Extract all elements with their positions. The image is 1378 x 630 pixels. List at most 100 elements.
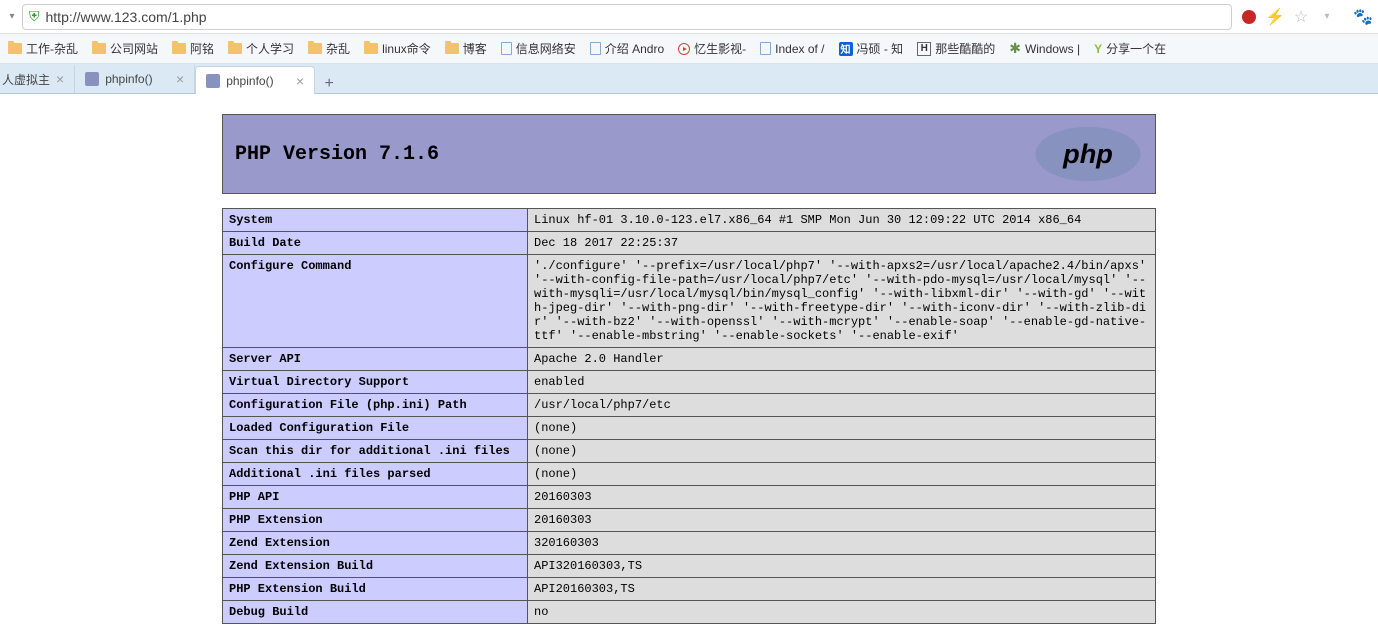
bookmark-item[interactable]: Index of /: [760, 42, 824, 56]
bookmark-item[interactable]: 知冯硕 - 知: [839, 40, 904, 57]
page-icon: [501, 42, 512, 55]
table-row: Loaded Configuration File(none): [223, 417, 1156, 440]
chevron-down-icon[interactable]: ▾: [1318, 8, 1336, 26]
table-row: PHP API20160303: [223, 486, 1156, 509]
info-key: Zend Extension: [223, 532, 528, 555]
folder-icon: [228, 43, 242, 54]
bolt-icon[interactable]: ⚡: [1266, 8, 1284, 26]
php-favicon-icon: [85, 72, 99, 86]
table-row: Configure Command'./configure' '--prefix…: [223, 255, 1156, 348]
info-key: Debug Build: [223, 601, 528, 624]
bookmark-item[interactable]: 个人学习: [228, 40, 294, 57]
php-logo-icon: php: [1033, 125, 1143, 183]
bookmark-item[interactable]: Y 分享一个在: [1094, 40, 1166, 57]
bookmark-item[interactable]: H 那些酷酷的: [917, 40, 995, 57]
bookmark-label: 忆生影视-: [694, 40, 746, 57]
bookmark-item[interactable]: ✱Windows |: [1009, 40, 1080, 57]
page-icon: [590, 42, 601, 55]
info-key: Zend Extension Build: [223, 555, 528, 578]
phpinfo-header: PHP Version 7.1.6 php: [222, 114, 1156, 194]
y-icon: Y: [1094, 42, 1102, 56]
bookmark-item[interactable]: 阿铭: [172, 40, 214, 57]
bookmark-label: 那些酷酷的: [935, 40, 995, 57]
info-key: PHP Extension: [223, 509, 528, 532]
info-value: (none): [528, 463, 1156, 486]
star-icon[interactable]: ☆: [1292, 8, 1310, 26]
table-row: Configuration File (php.ini) Path/usr/lo…: [223, 394, 1156, 417]
page-content: PHP Version 7.1.6 php SystemLinux hf-01 …: [0, 94, 1378, 624]
bookmark-label: 分享一个在: [1106, 40, 1166, 57]
h-icon: H: [917, 42, 931, 56]
bookmark-label: 公司网站: [110, 40, 158, 57]
blocker-icon[interactable]: [1240, 8, 1258, 26]
bookmark-label: 冯硕 - 知: [857, 40, 904, 57]
info-key: Scan this dir for additional .ini files: [223, 440, 528, 463]
folder-icon: [445, 43, 459, 54]
info-key: Loaded Configuration File: [223, 417, 528, 440]
bookmark-label: 介绍 Andro: [605, 40, 664, 57]
bookmark-item[interactable]: 杂乱: [308, 40, 350, 57]
addr-dropdown-icon[interactable]: ▾: [6, 11, 18, 23]
table-row: Zend Extension BuildAPI320160303,TS: [223, 555, 1156, 578]
table-row: PHP Extension20160303: [223, 509, 1156, 532]
bookmark-item[interactable]: 忆生影视-: [678, 40, 746, 57]
bookmarks-bar: 工作-杂乱 公司网站 阿铭 个人学习杂乱 linux命令博客信息网络安 介绍 Andro 忆…: [0, 34, 1378, 64]
info-value: Apache 2.0 Handler: [528, 348, 1156, 371]
close-icon[interactable]: ×: [296, 74, 304, 88]
bookmark-label: 阿铭: [190, 40, 214, 57]
php-favicon-icon: [206, 74, 220, 88]
bookmark-label: Windows |: [1025, 42, 1080, 56]
info-value: API20160303,TS: [528, 578, 1156, 601]
address-bar: ▾ ⛨ ⚡ ☆ ▾ 🐾: [0, 0, 1378, 34]
info-value: Linux hf-01 3.10.0-123.el7.x86_64 #1 SMP…: [528, 209, 1156, 232]
url-input[interactable]: [46, 9, 1226, 25]
bookmark-item[interactable]: 介绍 Andro: [590, 40, 664, 57]
tab-title: 人虚拟主: [2, 71, 50, 88]
svg-text:php: php: [1062, 138, 1113, 169]
folder-icon: [172, 43, 186, 54]
bookmark-item[interactable]: 博客: [445, 40, 487, 57]
folder-icon: [8, 43, 22, 54]
zhihu-icon: 知: [839, 42, 853, 56]
paw-icon[interactable]: 🐾: [1354, 8, 1372, 26]
close-icon[interactable]: ×: [176, 72, 184, 86]
info-key: Virtual Directory Support: [223, 371, 528, 394]
folder-icon: [92, 43, 106, 54]
bookmark-item[interactable]: 公司网站: [92, 40, 158, 57]
shield-icon[interactable]: ⛨: [29, 8, 40, 25]
info-key: Server API: [223, 348, 528, 371]
info-value: './configure' '--prefix=/usr/local/php7'…: [528, 255, 1156, 348]
tab[interactable]: phpinfo()×: [75, 65, 195, 93]
info-key: Configure Command: [223, 255, 528, 348]
info-value: (none): [528, 440, 1156, 463]
phpinfo-table: SystemLinux hf-01 3.10.0-123.el7.x86_64 …: [222, 208, 1156, 624]
table-row: Debug Buildno: [223, 601, 1156, 624]
tab[interactable]: 人虚拟主 ×: [0, 65, 75, 93]
table-row: Virtual Directory Supportenabled: [223, 371, 1156, 394]
info-key: Additional .ini files parsed: [223, 463, 528, 486]
table-row: PHP Extension BuildAPI20160303,TS: [223, 578, 1156, 601]
bookmark-label: 工作-杂乱: [26, 40, 78, 57]
play-icon: [678, 43, 690, 55]
bookmark-item[interactable]: 工作-杂乱: [8, 40, 78, 57]
info-value: API320160303,TS: [528, 555, 1156, 578]
bookmark-label: linux命令: [382, 40, 431, 57]
tab[interactable]: phpinfo() ×: [195, 66, 315, 94]
new-tab-button[interactable]: +: [315, 75, 343, 93]
page-title: PHP Version 7.1.6: [235, 143, 439, 166]
page-icon: [760, 42, 771, 55]
bookmark-label: Index of /: [775, 42, 824, 56]
bookmark-item[interactable]: 信息网络安: [501, 40, 576, 57]
info-key: PHP API: [223, 486, 528, 509]
folder-icon: [364, 43, 378, 54]
bookmark-item[interactable]: linux命令: [364, 40, 431, 57]
info-key: PHP Extension Build: [223, 578, 528, 601]
tab-title: phpinfo(): [226, 74, 290, 88]
info-key: Configuration File (php.ini) Path: [223, 394, 528, 417]
url-box: ⛨: [22, 4, 1232, 30]
table-row: Build DateDec 18 2017 22:25:37: [223, 232, 1156, 255]
bookmark-label: 个人学习: [246, 40, 294, 57]
close-icon[interactable]: ×: [56, 72, 64, 86]
table-row: Scan this dir for additional .ini files(…: [223, 440, 1156, 463]
table-row: Server APIApache 2.0 Handler: [223, 348, 1156, 371]
